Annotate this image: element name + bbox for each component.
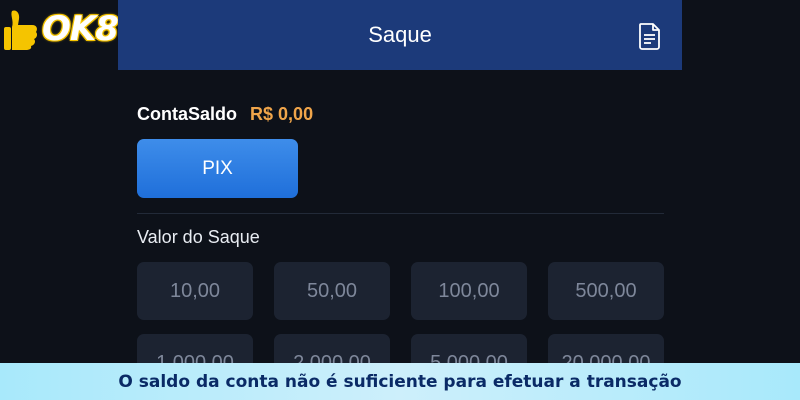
balance-value: R$ 0,00 [250,104,314,124]
page-title: Saque [368,22,432,47]
document-icon[interactable] [638,22,662,50]
logo-text: OK8 [42,9,119,49]
thumbs-up-icon [4,10,38,51]
page-header: Saque [118,0,682,70]
amount-option[interactable]: 100,00 [411,262,527,320]
pix-button[interactable]: PIX [137,139,298,198]
banner-text: O saldo da conta não é suficiente para e… [118,371,682,392]
caption-banner: O saldo da conta não é suficiente para e… [0,363,800,400]
amount-option[interactable]: 10,00 [137,262,253,320]
amount-option[interactable]: 500,00 [548,262,664,320]
divider [137,213,664,214]
balance-label: ContaSaldo [137,104,238,124]
account-balance: ContaSaldo R$ 0,00 [137,104,313,125]
withdraw-amount-label: Valor do Saque [137,227,260,247]
amount-option[interactable]: 50,00 [274,262,390,320]
